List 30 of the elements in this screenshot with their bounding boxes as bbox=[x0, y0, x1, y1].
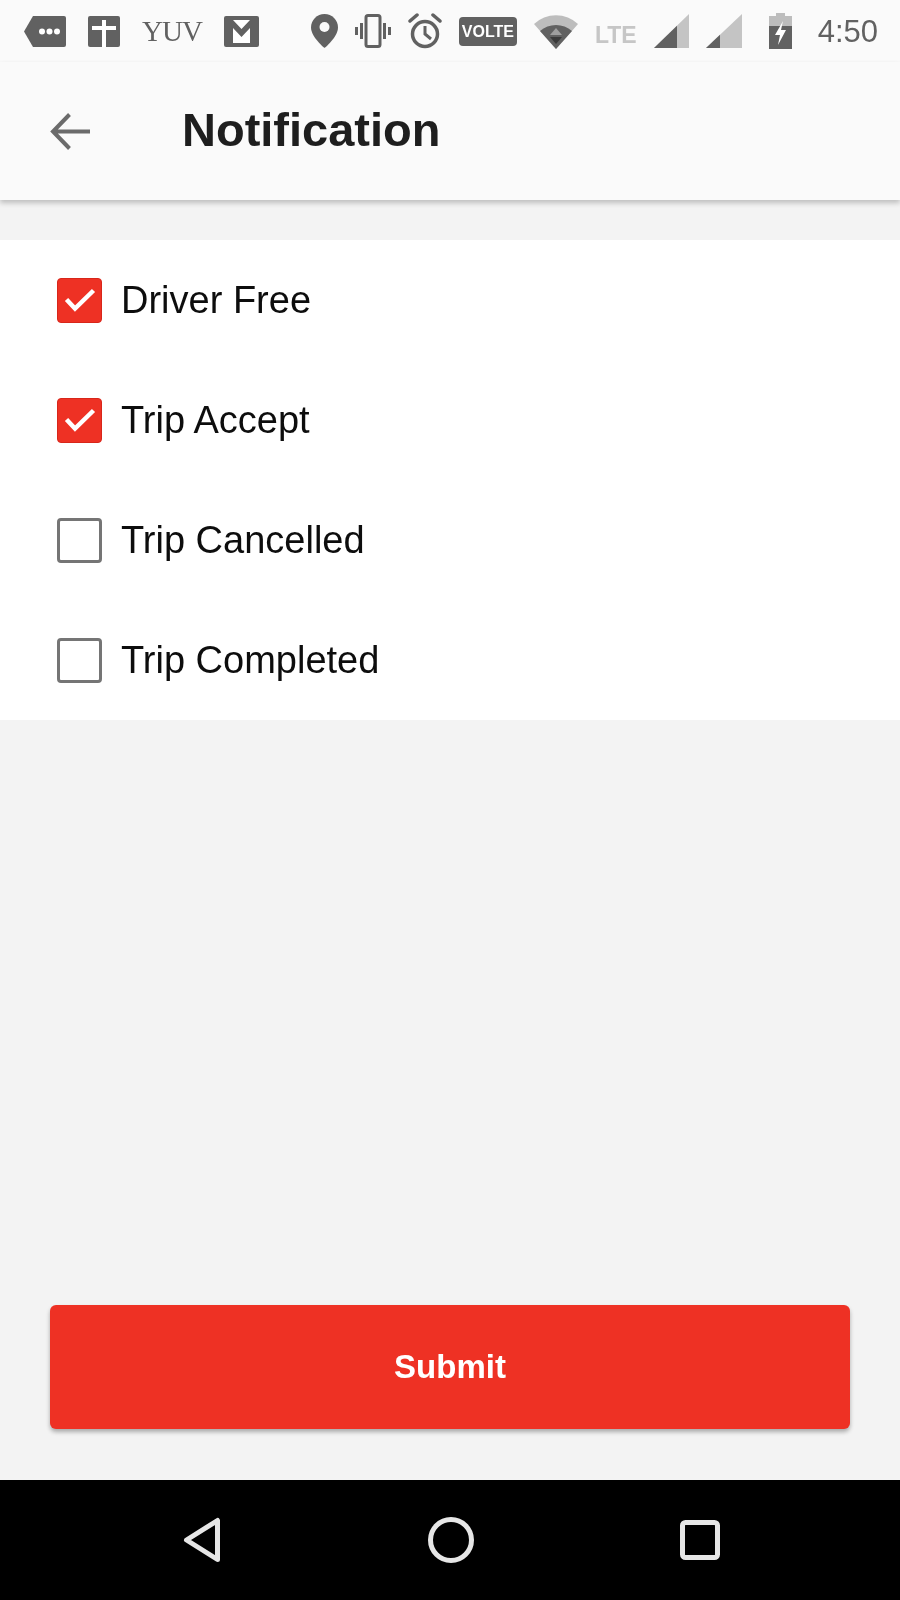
vibrate-icon bbox=[354, 14, 391, 48]
network-badge: VOLTE bbox=[458, 16, 517, 46]
submit-button[interactable]: Submit bbox=[50, 1305, 850, 1429]
signal-icon bbox=[653, 14, 689, 48]
screen-title: Notification bbox=[182, 104, 441, 156]
checkmark-icon bbox=[63, 408, 96, 432]
recent-apps-icon[interactable] bbox=[680, 1520, 720, 1560]
alarm-clock-icon bbox=[407, 13, 442, 49]
back-arrow-icon bbox=[50, 111, 90, 151]
back-button[interactable] bbox=[50, 111, 90, 151]
home-icon[interactable] bbox=[427, 1517, 474, 1563]
checkmark-icon bbox=[63, 288, 96, 312]
battery-charging-icon bbox=[768, 13, 792, 49]
checkbox[interactable] bbox=[57, 277, 102, 323]
checkbox-label[interactable]: Trip Cancelled bbox=[121, 518, 365, 564]
location-pin-icon bbox=[310, 14, 338, 48]
checkbox[interactable] bbox=[57, 637, 102, 683]
back-icon[interactable] bbox=[183, 1517, 221, 1563]
wifi-icon bbox=[533, 13, 578, 49]
cross-square-icon bbox=[88, 15, 120, 47]
checkbox-label[interactable]: Trip Accept bbox=[121, 398, 310, 444]
notification-text: YUV bbox=[142, 16, 202, 46]
checkbox-label[interactable]: Trip Completed bbox=[121, 638, 380, 684]
message-tag-icon bbox=[24, 15, 66, 47]
checkbox[interactable] bbox=[57, 517, 102, 563]
mail-icon bbox=[223, 15, 259, 47]
checkbox-label[interactable]: Driver Free bbox=[121, 278, 312, 324]
signal-icon bbox=[705, 14, 742, 48]
checkbox[interactable] bbox=[57, 397, 102, 443]
clock-time: 4:50 bbox=[817, 15, 878, 47]
